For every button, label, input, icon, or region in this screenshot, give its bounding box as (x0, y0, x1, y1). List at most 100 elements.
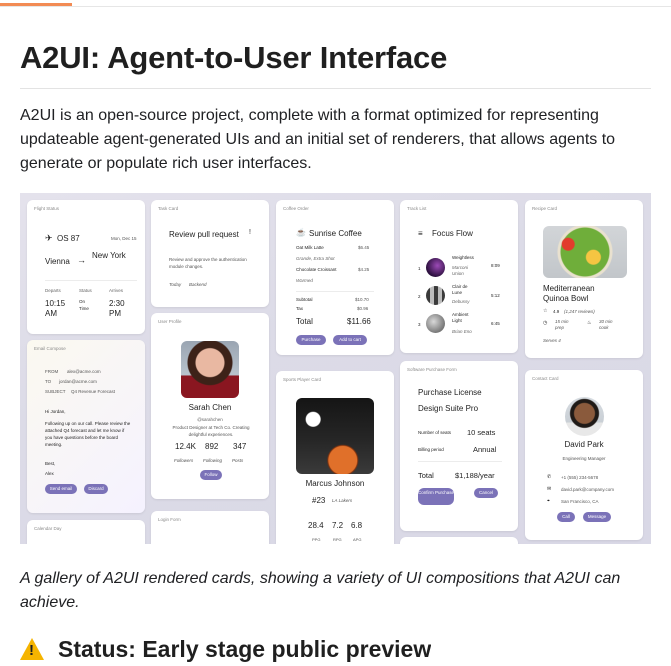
track-2-time: 5:12 (491, 293, 500, 298)
billing-value[interactable]: Annual (473, 445, 496, 454)
card-title: Sports Player Card (283, 377, 322, 382)
card-title: Login Form (158, 517, 181, 522)
status-heading-text: Status: Early stage public preview (58, 636, 432, 662)
email-signer: Alex (45, 471, 54, 476)
card-title: Flight Status (34, 206, 60, 211)
followers-label: Followers (174, 458, 194, 463)
item-1-note: Grande, Extra Shot (296, 256, 335, 261)
confirm-purchase-button[interactable]: Confirm Purchase (418, 488, 454, 505)
track-2-art (426, 286, 445, 305)
location-icon: ⌖ (547, 498, 550, 504)
card-title: Track List (407, 206, 427, 211)
product-name: Design Suite Pro (418, 404, 479, 413)
discard-button[interactable]: Discard (84, 484, 108, 494)
card-title: Calendar Day (34, 526, 62, 531)
recipe-rating: 4.9 (553, 309, 560, 314)
add-to-cart-button[interactable]: Add to cart (333, 335, 367, 345)
task-card: Task Card Review pull request ! Review a… (151, 200, 269, 307)
following-count: 892 (205, 442, 219, 451)
posts-count: 347 (233, 442, 247, 451)
send-email-button[interactable]: Send email (45, 484, 77, 494)
calendar-day-card: Calendar Day (27, 520, 145, 544)
follow-button[interactable]: Follow (200, 470, 222, 480)
track-2-number: 2 (418, 294, 421, 299)
card-gallery-image: Flight Status ✈ OS 87 Mon, Dec 15 Vienna… (20, 193, 651, 544)
contact-phone[interactable]: +1 (555) 234-5678 (561, 475, 598, 480)
message-button[interactable]: Message (583, 512, 611, 522)
contact-role: Engineering Manager (562, 456, 606, 461)
track-1-song: Weightless (452, 255, 474, 260)
avatar (181, 341, 239, 398)
flight-date: Mon, Dec 15 (111, 236, 137, 241)
item-2-name: Chocolate Croissant (296, 267, 337, 272)
task-due: Today (169, 282, 182, 287)
user-profile-card: User Profile Sarah Chen @sarahchen Produ… (151, 313, 269, 499)
servings: Serves 4 (543, 338, 561, 343)
plane-icon: ✈ (45, 233, 53, 243)
item-2-price: $4.25 (358, 267, 370, 272)
to-label: TO (45, 379, 52, 384)
total-value: $11.66 (347, 317, 371, 326)
track-1-number: 1 (418, 266, 421, 271)
from-label: FROM (45, 369, 59, 374)
departs-time: 10:15 AM (45, 299, 66, 318)
contact-avatar (565, 397, 604, 436)
flight-number: OS 87 (57, 234, 80, 243)
call-button[interactable]: Call (557, 512, 575, 522)
subject-label: SUBJECT (45, 389, 66, 394)
card-title: Task Card (158, 206, 179, 211)
email-icon: ✉ (547, 486, 552, 492)
intro-paragraph: A2UI is an open-source project, complete… (20, 107, 616, 172)
cancel-button[interactable]: Cancel (474, 488, 498, 498)
cook-icon: ♨ (587, 320, 592, 326)
prep-time: 15 min prep (555, 319, 569, 330)
following-label: Following (203, 458, 223, 463)
playlist-name: Focus Flow (432, 229, 473, 238)
purchase-heading: Purchase License (418, 388, 482, 397)
card-title: Coffee Order (283, 206, 309, 211)
recipe-name-line2: Quinoa Bowl (543, 294, 589, 303)
email-compose-card: Email Compose FROM alex@acme.com TO jord… (27, 340, 145, 513)
divider (418, 461, 502, 462)
tax-value: $0.96 (357, 306, 369, 311)
shop-name: Sunrise Coffee (309, 229, 362, 238)
track-3-number: 3 (418, 322, 421, 327)
phone-icon: ✆ (547, 474, 552, 480)
route-arrow-icon: → (77, 255, 86, 265)
track-2-song: Clair de Lune (452, 284, 468, 295)
top-progress-bar (0, 0, 671, 7)
item-1-price: $6.45 (358, 245, 370, 250)
recipe-card: Recipe Card Mediterranean Quinoa Bowl ☆ … (525, 200, 643, 358)
card-title: User Profile (158, 319, 182, 324)
origin-city: Vienna (45, 257, 70, 266)
playlist-icon: ≡ (418, 229, 423, 238)
star-icon: ☆ (543, 308, 548, 314)
stat-ppg-value: 28.4 (308, 521, 324, 530)
divider (296, 291, 374, 292)
player-team: LA Lakers (332, 498, 353, 503)
gallery-caption: A gallery of A2UI rendered cards, showin… (20, 570, 621, 611)
next-card-stub (400, 537, 518, 544)
priority-icon: ! (249, 229, 251, 236)
seats-value[interactable]: 10 seats (467, 428, 495, 437)
status-heading: Status: Early stage public preview (20, 636, 431, 666)
email-body[interactable]: Following up on our call. Please review … (45, 420, 131, 448)
destination-city: New York (92, 251, 126, 260)
to-address: jordan@acme.com (59, 379, 97, 384)
recipe-reviews: (1,247 reviews) (564, 309, 595, 314)
software-purchase-card: Software Purchase Form Purchase License … (400, 361, 518, 531)
contact-email[interactable]: david.park@company.com (561, 487, 614, 492)
arrives-label: Arrives (109, 288, 124, 293)
flight-status-card: Flight Status ✈ OS 87 Mon, Dec 15 Vienna… (27, 200, 145, 334)
recipe-name-line1: Mediterranean (543, 284, 595, 293)
status-label: Status (79, 288, 92, 293)
email-signoff: Best, (45, 461, 56, 466)
track-list-card: Track List ≡ Focus Flow 1 Weightless Mar… (400, 200, 518, 353)
player-name: Marcus Johnson (305, 479, 365, 488)
coffee-cup-icon: ☕ (296, 228, 306, 237)
stat-rpg-value: 7.2 (332, 521, 344, 530)
page-title: A2UI: Agent-to-User Interface (20, 40, 448, 75)
purchase-button[interactable]: Purchase (296, 335, 326, 345)
total-label: Total (418, 471, 434, 480)
total-value: $1,188/year (455, 471, 495, 480)
